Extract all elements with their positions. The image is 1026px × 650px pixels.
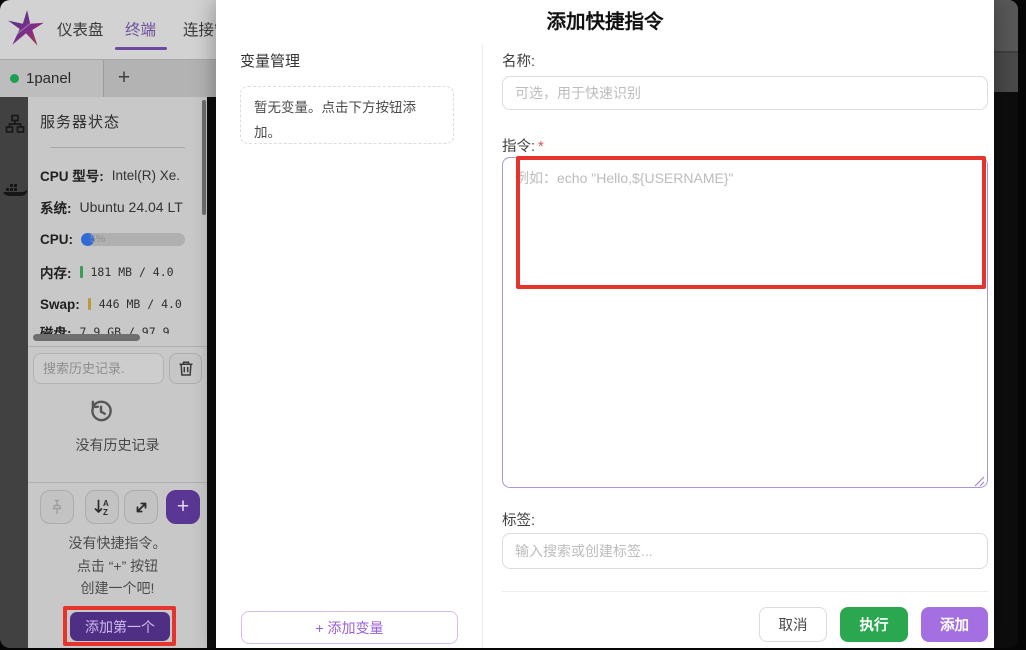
stat-row-cpu-model: CPU 型号: Intel(R) Xe. [40,165,180,185]
command-label: 指令:* [502,135,544,156]
trash-icon [178,360,194,377]
connection-status-dot [10,74,19,83]
stat-value: Intel(R) Xe. [112,168,180,183]
svg-text:Z: Z [103,508,108,516]
app-window: 仪表盘 终端 连接管理 1panel + [0,0,1018,648]
stat-label: Swap: [40,297,80,312]
new-terminal-tab-button[interactable]: + [110,63,138,93]
network-icon[interactable] [3,112,27,136]
terminal-tab-1panel[interactable]: 1panel [0,60,104,97]
stat-value: 181 MB / 4.0 [91,265,174,279]
docker-icon[interactable] [3,180,27,204]
variables-heading: 变量管理 [240,50,300,71]
server-status-title: 服务器状态 [40,111,120,132]
tags-label: 标签: [502,509,535,530]
divider [482,44,483,648]
history-icon [86,396,116,431]
history-search-input[interactable] [33,353,164,384]
footer-divider [502,591,988,592]
tags-input[interactable] [502,533,988,569]
active-tab-underline [115,47,167,50]
expand-panel-button[interactable] [124,490,158,524]
expand-icon [133,499,150,516]
history-empty-text: 没有历史记录 [28,435,207,455]
stat-value: 446 MB / 4.0 [99,297,182,311]
divider [28,482,207,483]
stat-row-disk: 磁盘: 7.9 GB / 97.9 [40,322,170,334]
variables-empty-box: 暂无变量。点击下方按钮添加。 [240,86,454,144]
stat-label: CPU: [40,232,73,247]
add-variable-button[interactable]: + 添加变量 [241,611,458,644]
add-button[interactable]: 添加 [921,607,988,642]
execute-button[interactable]: 执行 [840,607,908,642]
left-icon-rail [0,97,28,648]
sidebar: 服务器状态 CPU 型号: Intel(R) Xe. 系统: Ubuntu 24… [28,97,207,648]
modal-footer: 取消 执行 添加 [502,607,988,642]
clear-history-button[interactable] [169,353,202,384]
name-input[interactable] [502,76,988,110]
screen: 仪表盘 终端 连接管理 1panel + [0,0,1026,650]
app-logo-icon[interactable] [5,7,47,51]
stat-label: CPU 型号: [40,165,104,185]
stat-row-swap: Swap: 446 MB / 4.0 [40,294,182,314]
cancel-button[interactable]: 取消 [759,607,827,642]
stat-label: 磁盘: [40,322,72,334]
svg-text:A: A [103,499,109,508]
stat-value: Ubuntu 24.04 LT [80,199,183,215]
stat-value: 7.9 GB / 97.9 [80,325,170,334]
stat-label: 内存: [40,262,72,282]
stat-row-memory: 内存: 181 MB / 4.0 [40,262,174,282]
stat-label: 系统: [40,197,72,217]
pin-shortcut-button[interactable] [40,490,74,524]
command-textarea[interactable] [502,157,988,488]
right-edge-panels [994,0,1018,648]
horizontal-scrollbar-thumb[interactable] [33,334,140,341]
vertical-scrollbar-thumb[interactable] [202,100,206,215]
name-label: 名称: [502,50,535,71]
add-shortcut-button[interactable]: + [166,490,200,524]
stat-row-disk-clipped: 磁盘: 7.9 GB / 97.9 [28,322,207,334]
sort-shortcuts-button[interactable]: A Z [85,490,119,524]
required-asterisk: * [538,139,544,155]
pin-icon [50,499,64,515]
shortcut-form: 名称: 指令:* 标签: 取消 执行 添加 [502,0,988,648]
shortcuts-empty-line: 点击 “+” 按钮 [28,556,207,576]
swap-tick [88,298,91,310]
stat-row-cpu-usage: CPU: 5% [40,229,185,249]
terminal-background [207,97,216,648]
shortcuts-empty-line: 创建一个吧! [28,578,207,598]
stat-row-os: 系统: Ubuntu 24.04 LT [40,197,183,217]
nav-tab-dashboard[interactable]: 仪表盘 [57,18,104,40]
sort-az-icon: A Z [93,498,112,516]
memory-tick [80,266,83,278]
divider [50,147,185,148]
add-shortcut-modal: 添加快捷指令 变量管理 暂无变量。点击下方按钮添加。 + 添加变量 名称: 指令… [216,0,994,648]
cpu-progress-bar: 5% [81,233,185,246]
shortcuts-empty-line: 没有快捷指令。 [28,533,207,553]
divider [28,346,207,347]
nav-tab-terminal[interactable]: 终端 [125,18,156,40]
cpu-progress-label: 5% [90,233,105,246]
terminal-tab-label: 1panel [26,70,71,87]
command-label-text: 指令: [502,139,535,155]
add-first-shortcut-button[interactable]: 添加第一个 [70,612,170,641]
